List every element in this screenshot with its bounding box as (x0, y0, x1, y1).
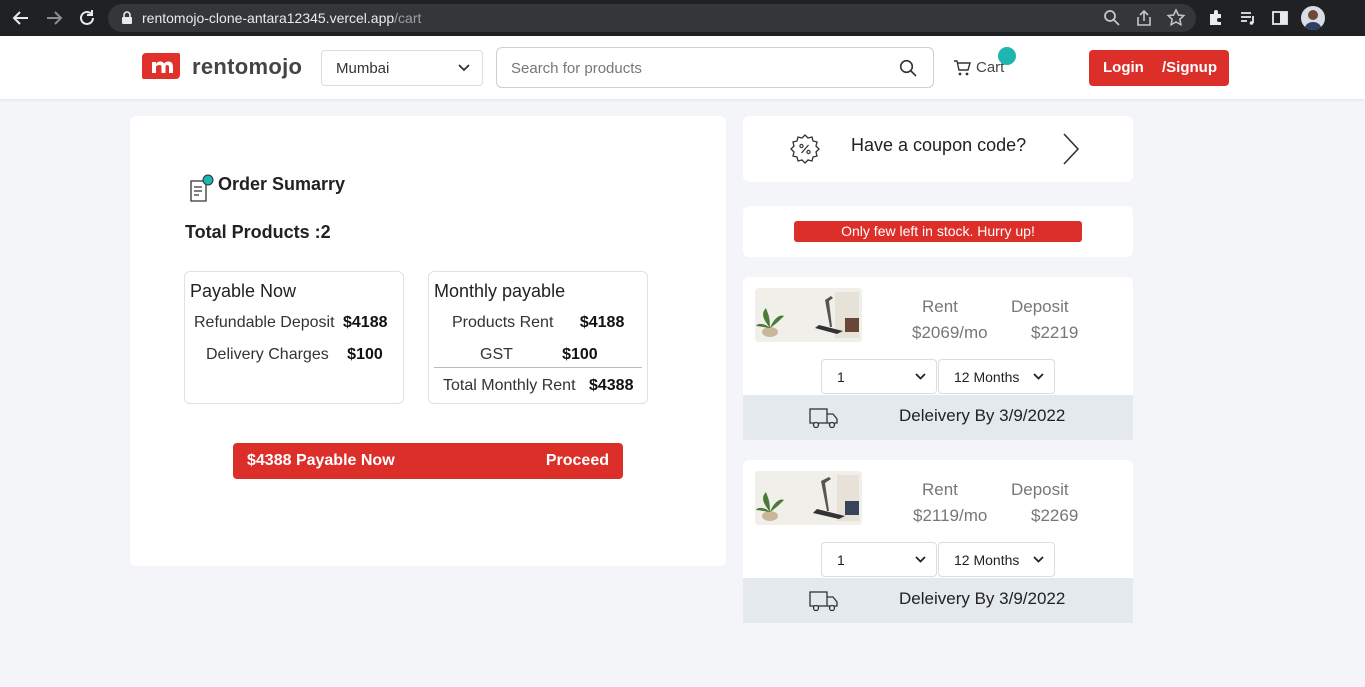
refundable-deposit-row: Refundable Deposit $4188 (194, 314, 388, 331)
rentomojo-logo-icon[interactable] (142, 53, 180, 79)
rent-label: Rent (922, 480, 958, 499)
rent-value: $2119/mo (913, 506, 988, 525)
address-bar[interactable]: rentomojo-clone-antara12345.vercel.app/c… (108, 4, 1196, 32)
deposit-label: Deposit (1011, 297, 1069, 316)
tenure-dropdown[interactable]: 12 Months (938, 359, 1055, 394)
chevron-down-icon (1033, 556, 1044, 563)
delivery-truck-icon (809, 591, 838, 612)
delivery-date: Deleivery By 3/9/2022 (899, 406, 1066, 425)
city-value: Mumbai (336, 60, 390, 77)
order-summary-panel: Order Sumarry Total Products :2 Payable … (130, 116, 726, 566)
coupon-text: Have a coupon code? (851, 135, 1027, 155)
tenure-dropdown[interactable]: 12 Months (938, 542, 1055, 577)
site-header: rentomojo Mumbai Cart Login /Signup (0, 36, 1365, 99)
discount-badge-icon (790, 134, 820, 164)
extensions-icon[interactable] (1206, 8, 1226, 28)
rent-value: $2069/mo (912, 323, 988, 342)
monthly-payable-box: Monthly payable Products Rent $4188 GST … (428, 271, 648, 404)
bookmark-star-icon[interactable] (1166, 8, 1186, 28)
lock-icon (122, 11, 132, 24)
reload-icon[interactable] (76, 7, 98, 29)
proceed-label: Proceed (545, 452, 609, 469)
share-icon[interactable] (1134, 8, 1154, 28)
city-dropdown[interactable]: Mumbai (321, 50, 483, 86)
order-document-icon (190, 174, 214, 202)
search-bar (496, 47, 934, 88)
deposit-value: $2219 (1031, 323, 1079, 342)
payable-now-heading: Payable Now (190, 281, 297, 301)
delivery-bar: Deleivery By 3/9/2022 (743, 395, 1133, 440)
treadmill-image[interactable] (755, 471, 862, 525)
cart-product-card: Rent Deposit $2069/mo $2219 1 12 Months … (743, 277, 1133, 440)
forward-arrow-icon[interactable] (43, 7, 65, 29)
chevron-down-icon (458, 64, 470, 72)
delivery-charges-row: Delivery Charges $100 (206, 346, 383, 363)
gst-row: GST $100 (480, 346, 598, 363)
order-summary-title: Order Sumarry (218, 174, 346, 194)
delivery-date: Deleivery By 3/9/2022 (899, 589, 1066, 608)
chevron-down-icon (1033, 373, 1044, 380)
delivery-truck-icon (809, 408, 838, 429)
person-icon (1304, 10, 1322, 30)
logo-text[interactable]: rentomojo (192, 54, 302, 80)
deposit-label: Deposit (1011, 480, 1069, 499)
cart-badge (998, 47, 1016, 65)
login-signup-button[interactable]: Login /Signup (1089, 50, 1229, 86)
chevron-down-icon (915, 556, 926, 563)
deposit-value: $2269 (1031, 506, 1079, 525)
monthly-payable-heading: Monthly payable (434, 281, 566, 301)
side-panel-icon[interactable] (1270, 8, 1290, 28)
browser-toolbar: rentomojo-clone-antara12345.vercel.app/c… (0, 0, 1365, 36)
cart-product-card: Rent Deposit $2119/mo $2269 1 12 Months … (743, 460, 1133, 623)
search-input[interactable] (511, 56, 881, 80)
url-text: rentomojo-clone-antara12345.vercel.app/c… (142, 10, 422, 26)
products-rent-row: Products Rent $4188 (452, 314, 625, 331)
payable-now-amount: $4388 Payable Now (247, 452, 395, 469)
divider (434, 367, 642, 368)
chevron-down-icon (915, 373, 926, 380)
zoom-icon[interactable] (1102, 8, 1122, 28)
total-monthly-rent-row: Total Monthly Rent $4388 (443, 377, 634, 394)
proceed-payment-button[interactable]: $4388 Payable Now Proceed (233, 443, 623, 479)
cart-icon (954, 60, 971, 76)
chevron-right-icon[interactable] (1061, 132, 1081, 166)
back-arrow-icon[interactable] (10, 7, 32, 29)
stock-notice: Only few left in stock. Hurry up! (794, 221, 1082, 242)
profile-avatar[interactable] (1301, 6, 1325, 30)
login-label: Login (1103, 59, 1144, 76)
rent-label: Rent (922, 297, 958, 316)
search-icon[interactable] (899, 59, 917, 77)
delivery-bar: Deleivery By 3/9/2022 (743, 578, 1133, 623)
media-queue-icon[interactable] (1238, 8, 1258, 28)
quantity-dropdown[interactable]: 1 (821, 359, 937, 394)
coupon-card[interactable]: Have a coupon code? (743, 116, 1133, 182)
stock-notice-card: Only few left in stock. Hurry up! (743, 206, 1133, 257)
quantity-dropdown[interactable]: 1 (821, 542, 937, 577)
payable-now-box: Payable Now Refundable Deposit $4188 Del… (184, 271, 404, 404)
total-products: Total Products :2 (185, 222, 331, 242)
signup-label: /Signup (1162, 59, 1217, 76)
treadmill-image[interactable] (755, 288, 862, 342)
